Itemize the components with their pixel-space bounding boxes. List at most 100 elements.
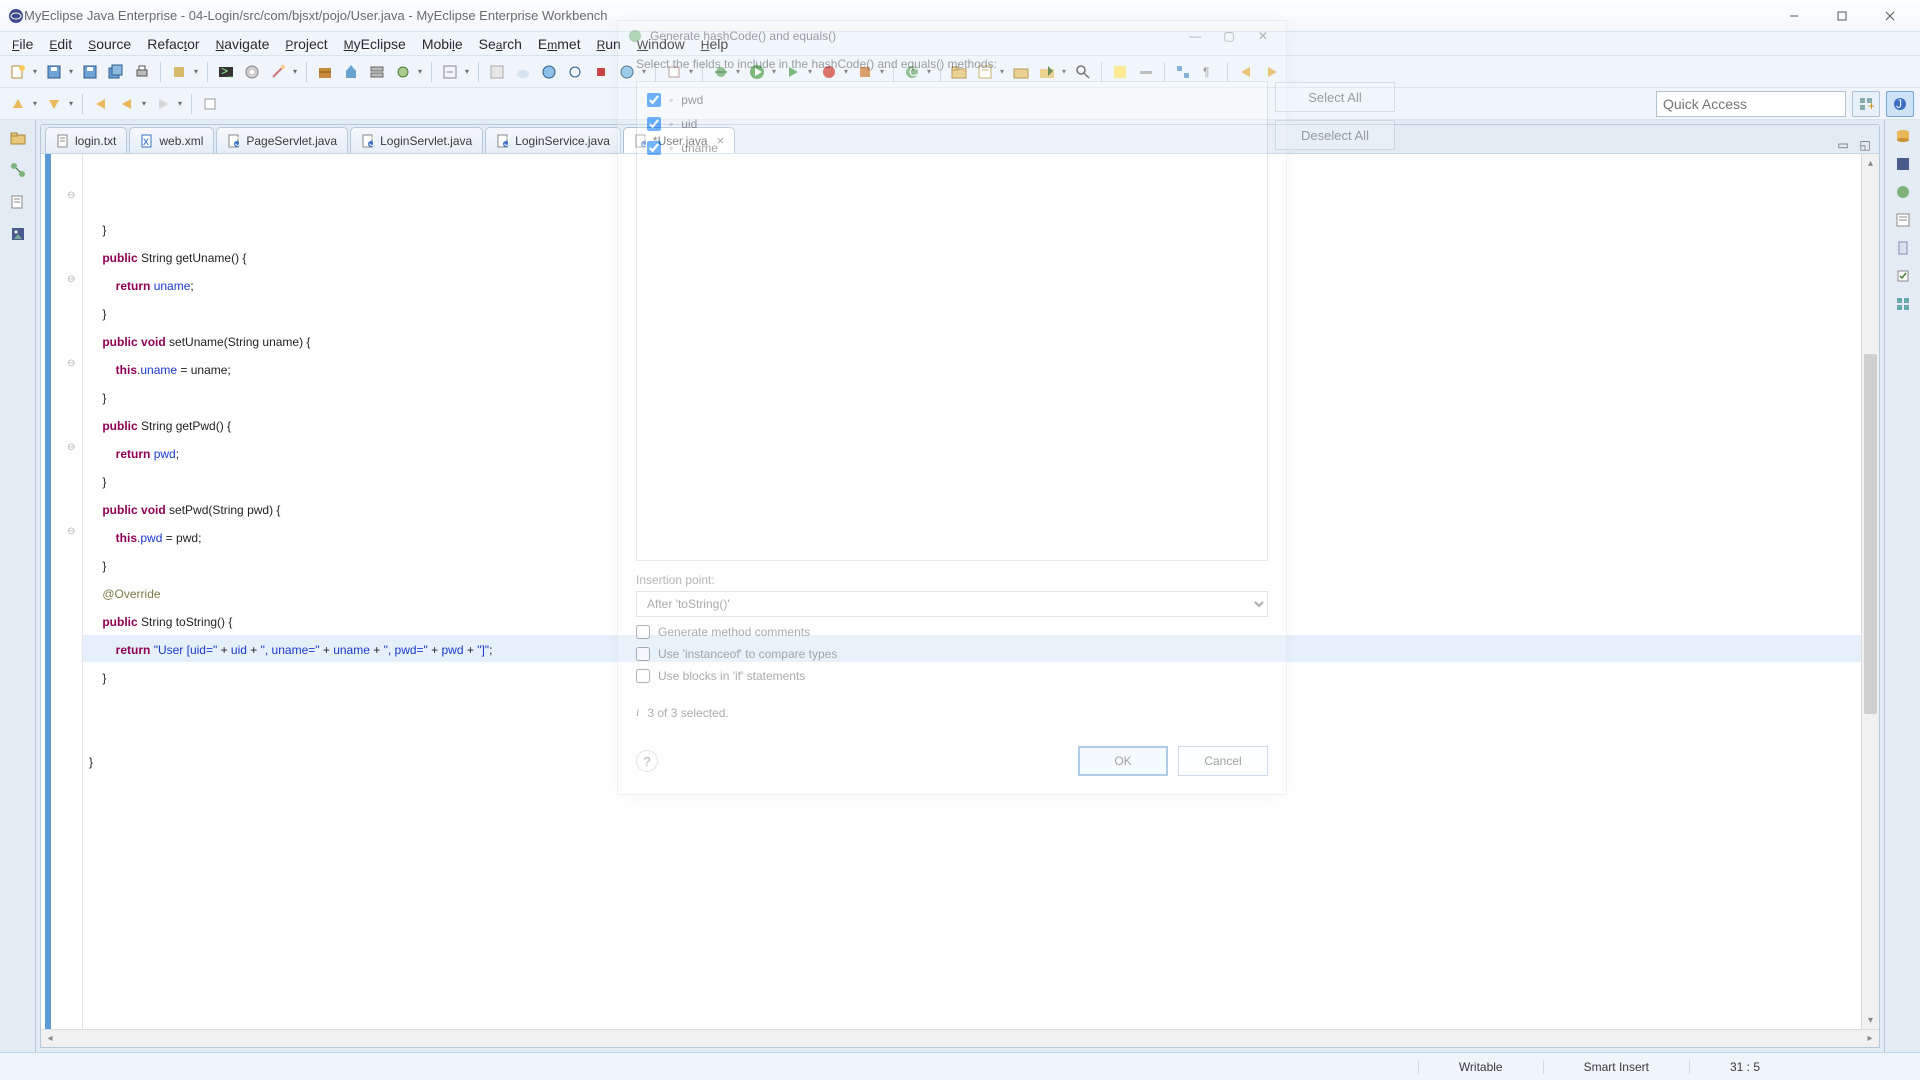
- coverage-button[interactable]: [817, 60, 851, 84]
- tab-login-service[interactable]: J LoginService.java: [485, 127, 621, 153]
- menu-file[interactable]: File: [4, 34, 41, 54]
- folder-arrow-button[interactable]: [1035, 60, 1069, 84]
- prev-annotation-button[interactable]: [6, 92, 40, 116]
- launch-config-button[interactable]: [391, 60, 425, 84]
- tab-login-servlet[interactable]: J LoginServlet.java: [350, 127, 483, 153]
- disk-button[interactable]: [240, 60, 264, 84]
- open-perspective-button[interactable]: +: [1852, 91, 1880, 117]
- save-dropdown[interactable]: [42, 60, 76, 84]
- java-file-icon: J: [361, 134, 375, 148]
- image-preview-view-icon[interactable]: [8, 224, 28, 244]
- menu-search[interactable]: Search: [471, 34, 530, 54]
- server-button[interactable]: [365, 60, 389, 84]
- project-explorer-view-icon[interactable]: [8, 128, 28, 148]
- structure-button[interactable]: [1171, 60, 1195, 84]
- new-button[interactable]: [6, 60, 40, 84]
- properties-view-icon[interactable]: [1895, 296, 1911, 312]
- fold-toggle-icon[interactable]: ⊖: [67, 442, 75, 453]
- menu-edit[interactable]: Edit: [41, 34, 80, 54]
- pin-editor-button[interactable]: [198, 92, 222, 116]
- spring-view-icon[interactable]: [1895, 184, 1911, 200]
- tasks-view-icon[interactable]: [1895, 268, 1911, 284]
- image-view-icon[interactable]: [1895, 156, 1911, 172]
- whitespace-button[interactable]: ¶: [1197, 60, 1221, 84]
- save-button[interactable]: [78, 60, 102, 84]
- scrollbar-thumb[interactable]: [1864, 354, 1877, 714]
- close-button[interactable]: [1868, 6, 1912, 26]
- run-last-button[interactable]: [781, 60, 815, 84]
- quick-access-input[interactable]: [1656, 91, 1846, 117]
- cloud-button[interactable]: [511, 60, 535, 84]
- external-tools-button[interactable]: [853, 60, 887, 84]
- app-button-1[interactable]: [485, 60, 509, 84]
- build-button[interactable]: [167, 60, 201, 84]
- next-annotation-button[interactable]: [42, 92, 76, 116]
- last-edit-button[interactable]: [89, 92, 113, 116]
- save-all-button[interactable]: [104, 60, 128, 84]
- fold-toggle-icon[interactable]: ⊖: [67, 274, 75, 285]
- menu-source[interactable]: Source: [80, 34, 139, 54]
- scroll-up-icon[interactable]: ▴: [1862, 154, 1879, 172]
- menu-refactor[interactable]: Refactor: [139, 34, 207, 54]
- toggle-breadcrumb-button[interactable]: [1134, 60, 1158, 84]
- terminal-button[interactable]: >_: [214, 60, 238, 84]
- tab-page-servlet[interactable]: J PageServlet.java: [216, 127, 348, 153]
- toggle-highlight-button[interactable]: [1108, 60, 1132, 84]
- open-type-button[interactable]: [947, 60, 971, 84]
- tab-login-txt[interactable]: login.txt: [45, 127, 127, 153]
- menu-emmet[interactable]: Emmet: [530, 34, 589, 54]
- tab-web-xml[interactable]: x web.xml: [129, 127, 214, 153]
- maximize-button[interactable]: [1820, 6, 1864, 26]
- menu-window[interactable]: Window: [629, 34, 693, 54]
- menu-navigate[interactable]: Navigate: [208, 34, 278, 54]
- fold-toggle-icon[interactable]: ⊖: [67, 190, 75, 201]
- minimap-view-icon[interactable]: [1895, 240, 1911, 256]
- editor-ruler[interactable]: ⊖ ⊖ ⊖ ⊖ ⊖: [41, 154, 83, 1029]
- scroll-down-icon[interactable]: ▾: [1862, 1011, 1879, 1029]
- menu-help[interactable]: Help: [693, 34, 736, 54]
- tab-user-java[interactable]: J *User.java ×: [623, 127, 735, 153]
- scroll-left-icon[interactable]: ◂: [41, 1033, 59, 1044]
- browser-button[interactable]: [615, 60, 649, 84]
- forward-button[interactable]: [1260, 60, 1284, 84]
- menu-run[interactable]: Run: [589, 34, 629, 54]
- code-editor[interactable]: } public String getUname() { return unam…: [83, 154, 1861, 1029]
- menu-myeclipse[interactable]: MyEclipse: [336, 34, 414, 54]
- run-button[interactable]: [745, 60, 779, 84]
- sync-button[interactable]: [563, 60, 587, 84]
- vertical-scrollbar[interactable]: ▴ ▾: [1861, 154, 1879, 1029]
- fold-toggle-icon[interactable]: ⊖: [67, 526, 75, 537]
- db-browser-view-icon[interactable]: [1895, 128, 1911, 144]
- format-button[interactable]: [662, 60, 696, 84]
- fold-toggle-icon[interactable]: ⊖: [67, 358, 75, 369]
- close-icon[interactable]: ×: [717, 133, 725, 148]
- wand-button[interactable]: [266, 60, 300, 84]
- snippets-view-icon[interactable]: [8, 192, 28, 212]
- minimize-button[interactable]: [1772, 6, 1816, 26]
- menu-mobile[interactable]: Mobile: [414, 34, 471, 54]
- print-button[interactable]: [130, 60, 154, 84]
- nav-back-button[interactable]: [115, 92, 149, 116]
- search-button[interactable]: [1071, 60, 1095, 84]
- scroll-right-icon[interactable]: ▸: [1861, 1033, 1879, 1044]
- type-hierarchy-view-icon[interactable]: [8, 160, 28, 180]
- nav-forward-button[interactable]: [151, 92, 185, 116]
- tab-label: web.xml: [159, 134, 203, 148]
- new-class-button[interactable]: C: [900, 60, 934, 84]
- horizontal-scrollbar[interactable]: ◂ ▸: [41, 1029, 1879, 1047]
- emmet-expand-button[interactable]: [438, 60, 472, 84]
- back-button[interactable]: [1234, 60, 1258, 84]
- minimize-view-icon[interactable]: ▭: [1835, 137, 1851, 153]
- folder-button[interactable]: [1009, 60, 1033, 84]
- stop-button[interactable]: [589, 60, 613, 84]
- globe-button[interactable]: [537, 60, 561, 84]
- maximize-view-icon[interactable]: ◱: [1857, 137, 1873, 153]
- deploy-button[interactable]: [339, 60, 363, 84]
- debug-button[interactable]: [709, 60, 743, 84]
- package-button[interactable]: [313, 60, 337, 84]
- menu-project[interactable]: Project: [277, 34, 335, 54]
- outline-view-icon[interactable]: [1895, 212, 1911, 228]
- toolbar-separator: [1227, 62, 1228, 82]
- java-ee-perspective-button[interactable]: J: [1886, 91, 1914, 117]
- open-task-button[interactable]: [973, 60, 1007, 84]
